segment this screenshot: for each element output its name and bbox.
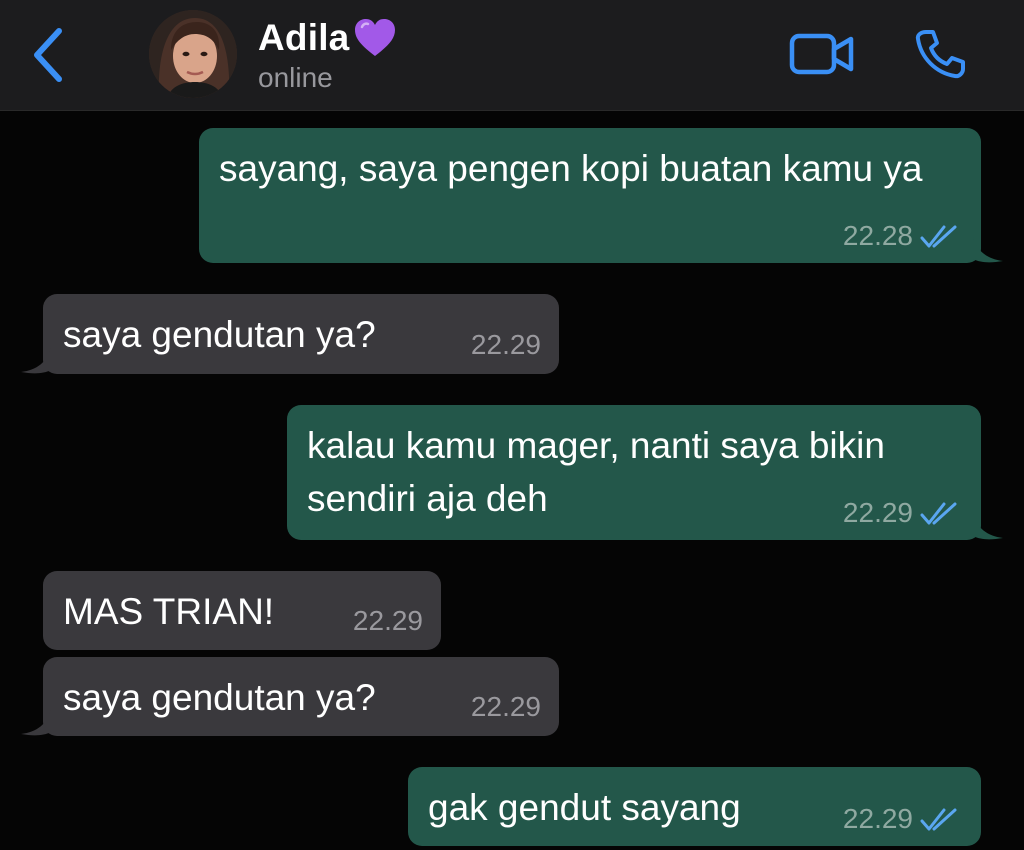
message-bubble-incoming[interactable]: saya gendutan ya? 22.29	[21, 657, 559, 736]
message-time: 22.29	[842, 497, 913, 528]
message-time: 22.28	[842, 220, 913, 251]
phone-icon	[915, 30, 965, 79]
chat-header: Adila online	[0, 0, 1024, 111]
contact-name: Adila	[258, 17, 350, 58]
read-ticks-icon	[920, 225, 957, 248]
chat-screen: Adila online sayang, saya pengen kopi bu…	[0, 0, 1024, 850]
message-time: 22.29	[352, 605, 423, 636]
contact-status: online	[258, 62, 333, 93]
message-bubble-outgoing[interactable]: sayang, saya pengen kopi buatan kamu ya …	[199, 128, 1003, 263]
message-text: sayang, saya pengen kopi buatan kamu ya	[219, 148, 923, 189]
message-bubble-incoming[interactable]: saya gendutan ya? 22.29	[21, 294, 559, 374]
message-time: 22.29	[470, 329, 541, 360]
message-meta: 22.29	[353, 604, 423, 638]
avatar-photo	[149, 10, 237, 98]
message-meta: 22.29	[471, 328, 541, 362]
voice-call-button[interactable]	[908, 24, 972, 84]
message-meta: 22.28	[843, 219, 959, 253]
bubble-tail	[21, 710, 51, 736]
message-bubble-outgoing[interactable]: gak gendut sayang 22.29	[408, 767, 981, 846]
message-meta: 22.29	[471, 690, 541, 724]
bubble-tail	[21, 348, 51, 374]
contact-name-row[interactable]: Adila	[258, 14, 398, 62]
back-button[interactable]	[24, 22, 72, 88]
avatar[interactable]	[149, 10, 237, 98]
video-camera-icon	[789, 33, 854, 75]
message-time: 22.29	[842, 803, 913, 834]
message-meta: 22.29	[843, 802, 959, 836]
message-text: saya gendutan ya?	[63, 314, 376, 355]
message-text: saya gendutan ya?	[63, 677, 376, 718]
read-ticks-icon	[920, 808, 957, 831]
message-time: 22.29	[470, 691, 541, 722]
message-bubble-incoming[interactable]: MAS TRIAN! 22.29	[43, 571, 441, 650]
read-ticks-icon	[920, 502, 957, 525]
message-meta: 22.29	[843, 496, 959, 530]
bubble-tail	[973, 237, 1003, 263]
bubble-tail	[973, 514, 1003, 540]
message-bubble-outgoing[interactable]: kalau kamu mager, nanti saya bikin sendi…	[287, 405, 1003, 540]
purple-heart-icon	[355, 19, 396, 56]
chevron-left-icon	[34, 28, 62, 82]
video-call-button[interactable]	[786, 28, 858, 80]
